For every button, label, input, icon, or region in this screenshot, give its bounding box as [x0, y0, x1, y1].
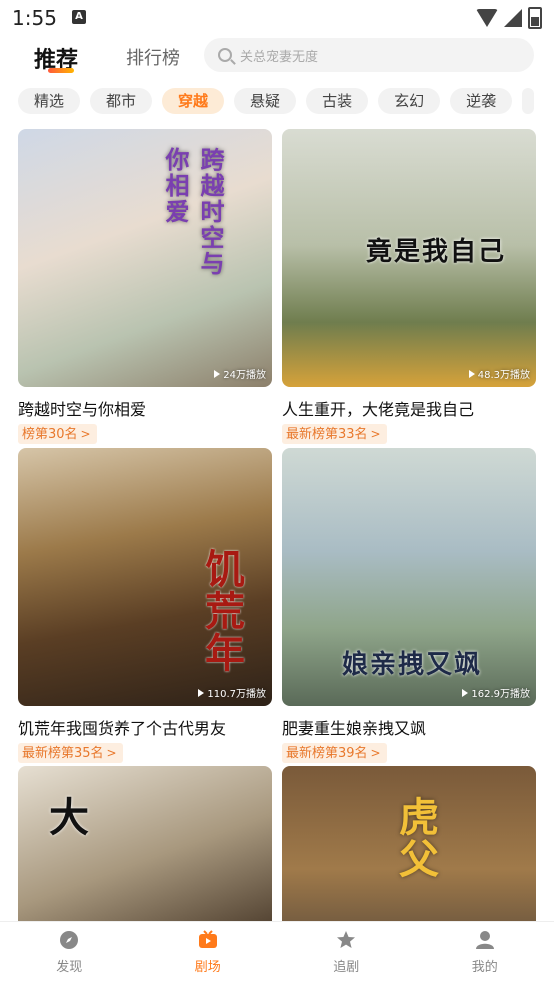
wifi-icon [476, 9, 498, 27]
tab-ranking[interactable]: 排行榜 [126, 44, 180, 70]
rank-badge[interactable]: 榜第30名> [18, 424, 97, 444]
drama-poster[interactable]: 饥荒年 110.7万播放 [18, 448, 272, 706]
chip-guzhuang[interactable]: 古装 [306, 88, 368, 114]
play-icon [469, 370, 475, 378]
drama-title[interactable]: 跨越时空与你相爱 [18, 396, 272, 420]
chip-dushi[interactable]: 都市 [90, 88, 152, 114]
drama-poster[interactable]: 竟是我自己 48.3万播放 [282, 129, 536, 387]
poster-title-text: 跨越时空与你相爱 [158, 147, 228, 297]
nav-mine[interactable]: 我的 [416, 922, 554, 985]
play-icon [198, 689, 204, 697]
notification-icon: A [72, 10, 86, 24]
chevron-right-icon: > [371, 743, 381, 763]
drama-card[interactable]: 饥荒年 110.7万播放 饥荒年我囤货养了个古代男友 最新榜第35名> [18, 448, 272, 763]
search-input[interactable]: 关总宠妻无度 [204, 38, 534, 72]
category-chips: 精选 都市 穿越 悬疑 古装 玄幻 逆袭 [18, 88, 554, 116]
poster-title-text: 竟是我自己 [366, 231, 506, 268]
status-bar: 1:55 A [0, 0, 554, 36]
chevron-right-icon: > [371, 424, 381, 444]
drama-title[interactable]: 人生重开，大佬竟是我自己 [282, 396, 536, 420]
tab-indicator [48, 68, 74, 73]
play-count: 110.7万播放 [198, 685, 266, 700]
drama-poster[interactable]: 大 [18, 766, 272, 921]
poster-title-text: 虎父 [386, 796, 444, 880]
top-bar: 推荐 排行榜 关总宠妻无度 [0, 36, 554, 80]
signal-icon [504, 9, 522, 27]
battery-icon [528, 7, 542, 29]
poster-title-text: 娘亲拽又飒 [342, 644, 482, 681]
chip-chuanyue[interactable]: 穿越 [162, 88, 224, 114]
drama-poster[interactable]: 跨越时空与你相爱 24万播放 [18, 129, 272, 387]
drama-poster[interactable]: 虎父 [282, 766, 536, 921]
drama-card[interactable]: 虎父 [282, 766, 536, 921]
rank-badge[interactable]: 最新榜第35名> [18, 743, 123, 763]
drama-card[interactable]: 跨越时空与你相爱 24万播放 跨越时空与你相爱 榜第30名> [18, 129, 272, 444]
nav-theater[interactable]: 剧场 [139, 922, 278, 985]
search-placeholder: 关总宠妻无度 [240, 46, 318, 65]
drama-card[interactable]: 大 [18, 766, 272, 921]
tv-icon [198, 930, 218, 950]
play-icon [214, 370, 220, 378]
play-count: 48.3万播放 [469, 366, 530, 381]
drama-grid: 跨越时空与你相爱 24万播放 跨越时空与你相爱 榜第30名> 竟是我自己 48.… [18, 129, 536, 921]
play-count: 162.9万播放 [462, 685, 530, 700]
bottom-nav: 发现 剧场 追剧 我的 [0, 921, 554, 985]
play-count: 24万播放 [214, 366, 266, 381]
chip-nixi[interactable]: 逆袭 [450, 88, 512, 114]
poster-title-text: 大 [36, 796, 94, 838]
drama-poster[interactable]: 娘亲拽又飒 162.9万播放 [282, 448, 536, 706]
play-icon [462, 689, 468, 697]
status-time: 1:55 [12, 6, 57, 30]
drama-card[interactable]: 娘亲拽又飒 162.9万播放 肥妻重生娘亲拽又飒 最新榜第39名> [282, 448, 536, 763]
drama-card[interactable]: 竟是我自己 48.3万播放 人生重开，大佬竟是我自己 最新榜第33名> [282, 129, 536, 444]
nav-follow[interactable]: 追剧 [277, 922, 416, 985]
rank-badge[interactable]: 最新榜第39名> [282, 743, 387, 763]
star-icon [336, 930, 356, 950]
chip-more[interactable] [522, 88, 534, 114]
chip-jingxuan[interactable]: 精选 [18, 88, 80, 114]
poster-title-text: 饥荒年 [192, 548, 250, 674]
status-icons [476, 8, 542, 28]
drama-title[interactable]: 饥荒年我囤货养了个古代男友 [18, 715, 272, 739]
chevron-right-icon: > [107, 743, 117, 763]
user-icon [475, 930, 495, 950]
chip-xuanyi[interactable]: 悬疑 [234, 88, 296, 114]
chip-xuanhuan[interactable]: 玄幻 [378, 88, 440, 114]
drama-title[interactable]: 肥妻重生娘亲拽又飒 [282, 715, 536, 739]
compass-icon [59, 930, 79, 950]
rank-badge[interactable]: 最新榜第33名> [282, 424, 387, 444]
search-icon [218, 48, 232, 62]
nav-discover[interactable]: 发现 [0, 922, 139, 985]
chevron-right-icon: > [81, 424, 91, 444]
